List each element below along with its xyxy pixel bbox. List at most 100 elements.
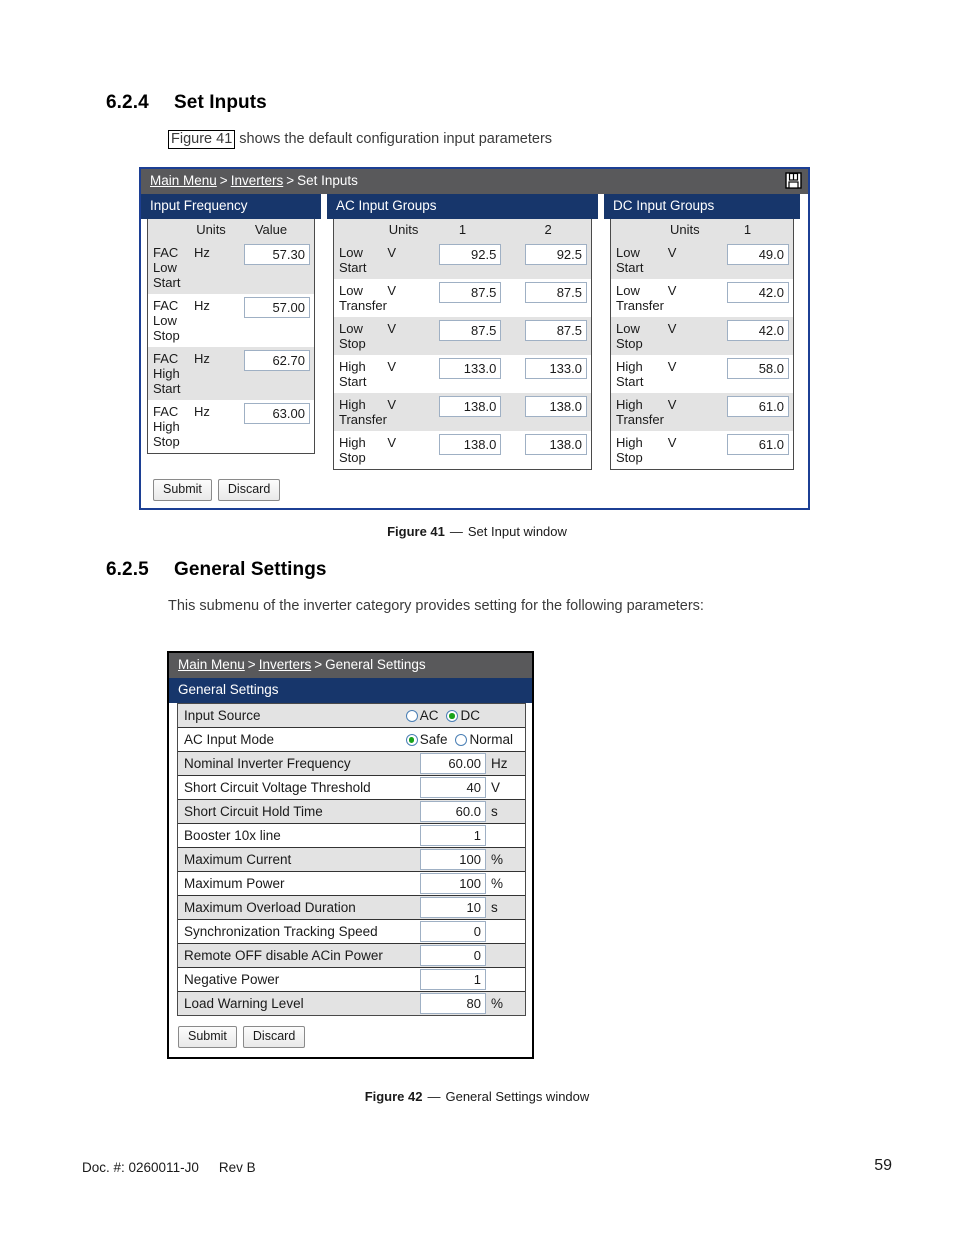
footer-document-id: Doc. #: 0260011-J0 Rev B: [82, 1160, 256, 1175]
submit-button[interactable]: Submit: [178, 1026, 237, 1048]
input-synchronization-tracking-speed[interactable]: 0: [419, 921, 486, 942]
unit-remote-off-disable-acin-power: [485, 943, 525, 968]
col-header-units: Units: [194, 219, 228, 241]
save-floppy-icon[interactable]: [785, 172, 802, 189]
input-ac-low-start-1[interactable]: 92.5: [439, 244, 502, 265]
col-header-blank: [148, 219, 194, 241]
table-ac-input-groups: Units 1 2 Low Start V 92.5 92.5 Low Tran…: [334, 219, 591, 469]
row-units: Hz: [194, 241, 228, 294]
table-row: Low Start V 92.5 92.5: [334, 241, 591, 279]
unit-synchronization-tracking-speed: [485, 919, 525, 944]
table-row: Low Stop V 42.0: [611, 317, 793, 355]
breadcrumb-general-settings: Main Menu > Inverters > General Settings: [169, 653, 532, 678]
input-ac-low-start-2[interactable]: 92.5: [525, 244, 587, 265]
input-ac-high-start-1[interactable]: 133.0: [439, 358, 502, 379]
table-row: Low Transfer V 87.5 87.5: [334, 279, 591, 317]
input-short-circuit-hold-time[interactable]: 60.0: [419, 801, 486, 822]
input-maximum-current[interactable]: 100: [419, 849, 486, 870]
input-fac-high-start[interactable]: 62.70: [244, 350, 310, 371]
input-ac-low-transfer-2[interactable]: 87.5: [525, 282, 587, 303]
panel-title-ac-input-groups: AC Input Groups: [327, 194, 598, 219]
radio-input-source-dc[interactable]: [446, 710, 459, 722]
breadcrumb-current-set-inputs: Set Inputs: [297, 173, 358, 188]
input-dc-low-start-1[interactable]: 49.0: [727, 244, 789, 265]
radio-group-ac-input-mode[interactable]: Safe Normal: [405, 727, 525, 752]
discard-button[interactable]: Discard: [242, 1026, 306, 1048]
figure-41-reference-link[interactable]: Figure 41: [168, 130, 236, 149]
input-fac-low-stop[interactable]: 57.00: [244, 297, 310, 318]
input-negative-power[interactable]: 1: [419, 969, 486, 990]
table-row: Short Circuit Voltage Threshold 40 V: [178, 775, 525, 800]
radio-ac-input-mode-normal[interactable]: [455, 734, 468, 746]
row-label-input-source: Input Source: [178, 704, 406, 728]
footer-page-number: 59: [874, 1157, 892, 1174]
radio-label-normal: Normal: [469, 732, 513, 747]
breadcrumb-link-main-menu[interactable]: Main Menu: [178, 657, 245, 672]
input-ac-low-stop-2[interactable]: 87.5: [525, 320, 587, 341]
input-maximum-overload-duration[interactable]: 10: [419, 897, 486, 918]
row-label-low-transfer: Low Transfer: [616, 283, 664, 313]
col-header-units: Units: [387, 219, 420, 241]
row-units: V: [667, 317, 702, 355]
row-units: Hz: [194, 347, 228, 400]
input-load-warning-level[interactable]: 80: [419, 993, 486, 1014]
input-ac-high-start-2[interactable]: 133.0: [525, 358, 587, 379]
input-dc-low-stop-1[interactable]: 42.0: [727, 320, 789, 341]
row-label-fac-low-stop: FAC Low Stop: [153, 298, 180, 343]
input-ac-high-transfer-1[interactable]: 138.0: [439, 396, 502, 417]
input-dc-low-transfer-1[interactable]: 42.0: [727, 282, 789, 303]
input-maximum-power[interactable]: 100: [419, 873, 486, 894]
col-header-group-1: 1: [419, 219, 506, 241]
input-ac-low-stop-1[interactable]: 87.5: [439, 320, 502, 341]
section-625-intro: This submenu of the inverter category pr…: [168, 598, 704, 614]
table-row: Maximum Current 100 %: [178, 847, 525, 872]
figure-41-caption-dash: —: [449, 524, 463, 539]
radio-group-input-source[interactable]: AC DC: [405, 704, 525, 728]
radio-input-source-ac[interactable]: [405, 710, 418, 722]
footer-doc-number: Doc. #: 0260011-J0: [82, 1160, 199, 1175]
row-label-fac-high-start: FAC High Start: [148, 347, 194, 400]
table-row: Low Start V 49.0: [611, 241, 793, 279]
section-number-624: 6.2.4: [106, 92, 149, 113]
unit-nominal-inverter-frequency: Hz: [485, 751, 525, 776]
input-ac-high-stop-2[interactable]: 138.0: [525, 434, 587, 455]
input-ac-low-transfer-1[interactable]: 87.5: [439, 282, 502, 303]
table-row: High Transfer V 138.0 138.0: [334, 393, 591, 431]
discard-button[interactable]: Discard: [217, 479, 281, 501]
radio-label-safe: Safe: [419, 732, 448, 747]
input-fac-high-stop[interactable]: 63.00: [244, 403, 310, 424]
row-label-fac-low-start: FAC Low Start: [148, 241, 194, 294]
breadcrumb-link-main-menu[interactable]: Main Menu: [150, 173, 217, 188]
input-ac-high-transfer-2[interactable]: 138.0: [525, 396, 587, 417]
input-short-circuit-voltage-threshold[interactable]: 40: [419, 777, 486, 798]
breadcrumb-link-inverters[interactable]: Inverters: [231, 173, 284, 188]
unit-short-circuit-voltage-threshold: V: [485, 775, 525, 800]
section-624-intro-rest: shows the default configuration input pa…: [235, 131, 553, 147]
input-nominal-inverter-frequency[interactable]: 60.00: [419, 753, 486, 774]
input-remote-off-disable-acin-power[interactable]: 0: [419, 945, 486, 966]
input-dc-high-transfer-1[interactable]: 61.0: [727, 396, 789, 417]
breadcrumb-separator: >: [314, 657, 323, 672]
input-ac-high-stop-1[interactable]: 138.0: [439, 434, 502, 455]
row-units: V: [387, 283, 397, 298]
breadcrumb-separator: >: [219, 173, 228, 188]
radio-label-ac: AC: [419, 708, 439, 723]
row-label-maximum-power: Maximum Power: [178, 871, 406, 896]
submit-button[interactable]: Submit: [153, 479, 212, 501]
input-booster-10x-line[interactable]: 1: [419, 825, 486, 846]
col-header-blank: [611, 219, 668, 241]
breadcrumb-link-inverters[interactable]: Inverters: [259, 657, 312, 672]
table-row: Load Warning Level 80 %: [178, 991, 525, 1015]
section-heading-624: 6.2.4 Set Inputs: [106, 92, 267, 114]
section-number-625: 6.2.5: [106, 559, 149, 580]
unit-maximum-current: %: [485, 847, 525, 872]
row-label-negative-power: Negative Power: [178, 967, 406, 992]
input-dc-high-start-1[interactable]: 58.0: [727, 358, 789, 379]
row-label-maximum-current: Maximum Current: [178, 847, 406, 872]
breadcrumb-set-inputs: Main Menu > Inverters > Set Inputs: [141, 169, 808, 194]
input-dc-high-stop-1[interactable]: 61.0: [727, 434, 789, 455]
section-title-624: Set Inputs: [174, 92, 267, 113]
radio-ac-input-mode-safe[interactable]: [405, 734, 418, 746]
row-units: V: [667, 241, 702, 279]
input-fac-low-start[interactable]: 57.30: [244, 244, 310, 265]
